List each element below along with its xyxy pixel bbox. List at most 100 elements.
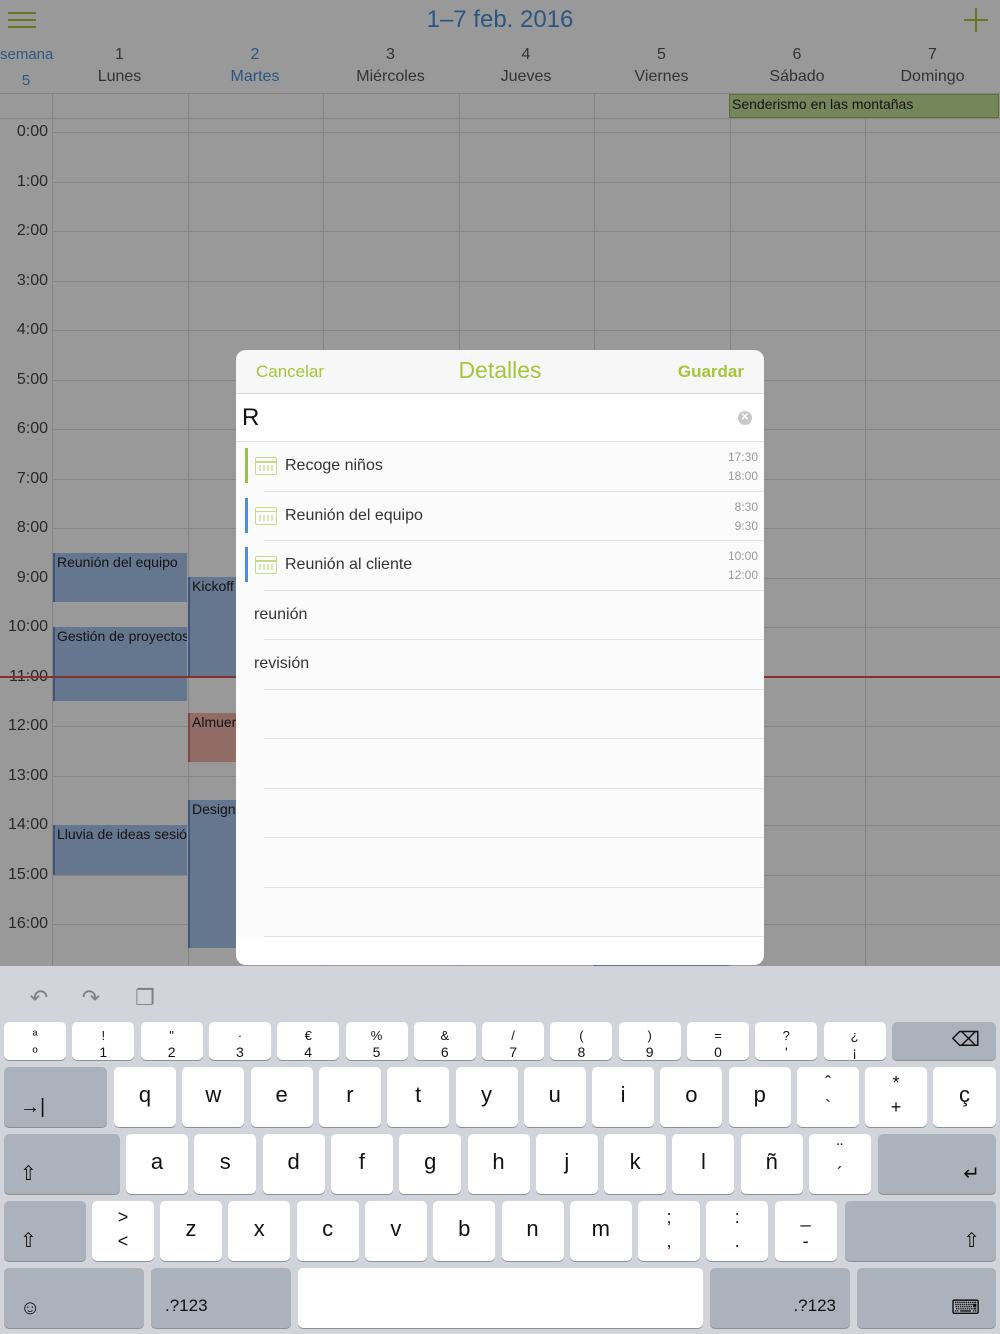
clear-icon[interactable]: ✕ xyxy=(738,411,752,425)
key-¡[interactable]: ¿ ¡ xyxy=(823,1022,886,1060)
key-º[interactable]: ªº xyxy=(4,1022,66,1060)
empty-row xyxy=(236,689,764,739)
key-glyph: ª xyxy=(32,1028,38,1043)
key-diaeresis[interactable]: ¨ ´ xyxy=(809,1134,871,1194)
key-d[interactable]: d xyxy=(262,1134,325,1194)
key-glyph: . xyxy=(734,1231,740,1251)
word-suggestion[interactable]: reunión xyxy=(236,591,764,641)
numbers-key-right[interactable]: .?123 xyxy=(710,1268,850,1328)
key-s[interactable]: s xyxy=(194,1134,257,1194)
key-l[interactable]: l xyxy=(672,1134,735,1194)
backspace-key[interactable]: ⌫ xyxy=(892,1022,996,1060)
key-punct-0[interactable]: ;, xyxy=(638,1201,700,1261)
key-r[interactable]: r xyxy=(318,1067,381,1127)
emoji-key[interactable]: ☺ xyxy=(4,1268,144,1328)
emoji-icon: ☺ xyxy=(20,1297,41,1319)
shift-icon: ⇧ xyxy=(963,1230,980,1252)
key-0[interactable]: = 0 xyxy=(687,1022,749,1060)
word-suggestion[interactable]: revisión xyxy=(236,640,764,690)
key-7[interactable]: /7 xyxy=(482,1022,545,1060)
key-glyph: t xyxy=(415,1082,422,1107)
key-glyph: ¨ xyxy=(837,1140,843,1160)
key-4[interactable]: €4 xyxy=(277,1022,340,1060)
key-3[interactable]: · 3 xyxy=(208,1022,271,1060)
key-j[interactable]: j xyxy=(535,1134,598,1194)
return-icon: ↵ xyxy=(963,1163,980,1185)
key-glyph: n xyxy=(526,1216,539,1241)
key-glyph: 8 xyxy=(577,1044,586,1060)
key-punct-1[interactable]: :. xyxy=(706,1201,769,1261)
key-glyph: k xyxy=(629,1149,641,1174)
event-suggestion[interactable]: Recoge niños 17:30 18:00 xyxy=(236,442,764,492)
key-glyph: % xyxy=(370,1028,383,1043)
key-punct-2[interactable]: _ - xyxy=(774,1201,837,1261)
key-8[interactable]: (8 xyxy=(550,1022,613,1060)
empty-row xyxy=(236,887,764,937)
suggestion-end-time: 12:00 xyxy=(727,568,758,582)
key-glyph: ( xyxy=(579,1028,584,1043)
key-n[interactable]: n xyxy=(501,1201,564,1261)
event-title-input[interactable] xyxy=(242,402,722,434)
key-a[interactable]: a xyxy=(126,1134,188,1194)
key-x[interactable]: x xyxy=(228,1201,291,1261)
shift-right-key[interactable]: ⇧ xyxy=(845,1201,996,1261)
key-5[interactable]: % 5 xyxy=(345,1022,408,1060)
paste-icon[interactable]: ❐ xyxy=(132,986,158,1010)
key-g[interactable]: g xyxy=(399,1134,462,1194)
keyboard-hide-icon: ⌨ xyxy=(951,1297,980,1319)
space-key[interactable] xyxy=(298,1268,703,1328)
shift-left-key[interactable]: ⇧ xyxy=(4,1201,86,1261)
key-h[interactable]: h xyxy=(467,1134,530,1194)
key-glyph: e xyxy=(275,1082,288,1107)
key-glyph: > xyxy=(117,1207,129,1227)
key-glyph: r xyxy=(346,1082,354,1107)
calendar-color-bar xyxy=(245,448,248,483)
key-q[interactable]: q xyxy=(114,1067,176,1127)
save-button[interactable]: Guardar xyxy=(678,362,744,382)
undo-icon[interactable]: ↶ xyxy=(26,986,52,1010)
empty-row xyxy=(236,788,764,838)
redo-icon[interactable]: ↷ xyxy=(78,986,104,1010)
caps-lock-key[interactable]: ⇧ xyxy=(4,1134,120,1194)
key-glyph: x xyxy=(253,1216,265,1241)
key-glyph: d xyxy=(287,1149,300,1174)
suggestion-start-time: 17:30 xyxy=(727,450,758,464)
numbers-key-left[interactable]: .?123 xyxy=(151,1268,291,1328)
key-y[interactable]: y xyxy=(455,1067,518,1127)
key-c-cedilla[interactable]: ç xyxy=(933,1067,996,1127)
word-suggestion-label: revisión xyxy=(254,655,310,672)
on-screen-keyboard: ↶ ↷ ❐ ª º! 1 " 2 · 3 €4% 5 & 6/7(8) 9 = 0? ' ¿ ¡ ⌫ →| q w e r t… xyxy=(0,966,1000,1334)
event-suggestion[interactable]: Reunión al cliente 10:00 12:00 xyxy=(236,541,764,591)
suggestion-end-time: 9:30 xyxy=(734,518,758,533)
key-t[interactable]: t xyxy=(387,1067,450,1127)
key-glyph: 7 xyxy=(509,1044,517,1060)
key-1[interactable]: ! 1 xyxy=(72,1022,135,1060)
key-ñ[interactable]: ñ xyxy=(740,1134,803,1194)
key-z[interactable]: z xyxy=(160,1201,222,1261)
key-e[interactable]: e xyxy=(250,1067,313,1127)
key-f[interactable]: f xyxy=(330,1134,393,1194)
key-k[interactable]: k xyxy=(604,1134,667,1194)
key-c[interactable]: c xyxy=(296,1201,359,1261)
key-v[interactable]: v xyxy=(364,1201,427,1261)
return-key[interactable]: ↵ xyxy=(878,1134,996,1194)
key-i[interactable]: i xyxy=(592,1067,655,1127)
key-accent-grave[interactable]: ˆ ` xyxy=(797,1067,859,1127)
key-w[interactable]: w xyxy=(182,1067,245,1127)
key-plus[interactable]: * + xyxy=(865,1067,927,1127)
key-9[interactable]: ) 9 xyxy=(618,1022,681,1060)
key-glyph: f xyxy=(358,1149,365,1174)
key-'[interactable]: ? ' xyxy=(755,1022,818,1060)
key-m[interactable]: m xyxy=(569,1201,632,1261)
hide-keyboard-key[interactable]: ⌨ xyxy=(857,1268,996,1328)
key-2[interactable]: " 2 xyxy=(140,1022,203,1060)
key-o[interactable]: o xyxy=(660,1067,723,1127)
tab-key[interactable]: →| xyxy=(4,1067,107,1127)
event-suggestion[interactable]: Reunión del equipo 8:30 9:30 xyxy=(236,492,764,542)
key-b[interactable]: b xyxy=(433,1201,496,1261)
key-p[interactable]: p xyxy=(728,1067,791,1127)
key-u[interactable]: u xyxy=(523,1067,586,1127)
numbers-label: .?123 xyxy=(793,1296,836,1315)
key-6[interactable]: & 6 xyxy=(413,1022,476,1060)
key-greater-less[interactable]: > < xyxy=(92,1201,154,1261)
